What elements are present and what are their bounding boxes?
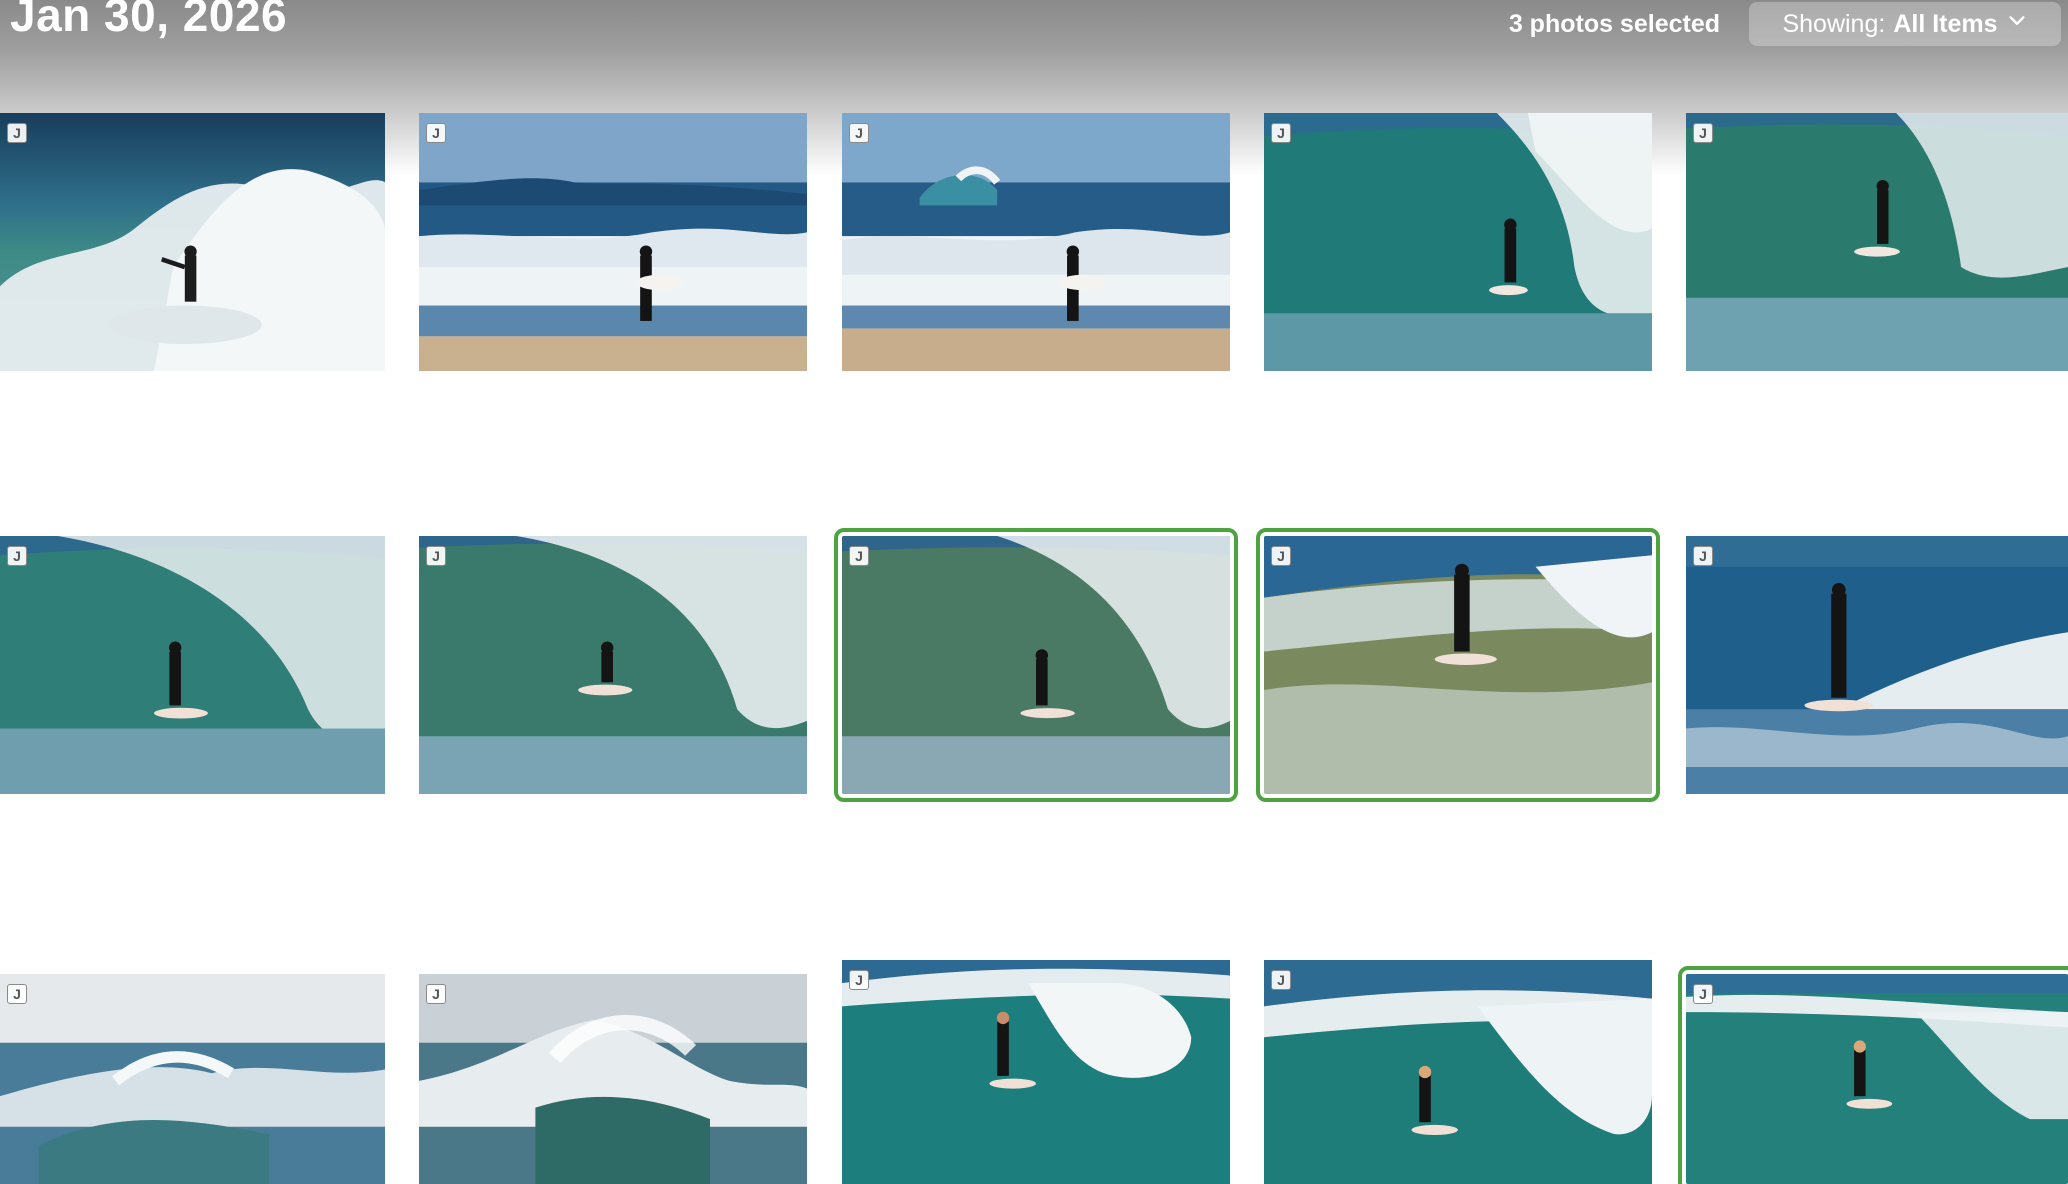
photo-thumbnail-selected[interactable]: J [1256,528,1660,802]
chevron-down-icon [2006,10,2028,39]
photo-thumbnail[interactable]: J [419,974,807,1184]
photo-surfer-barrel-green [1264,960,1652,1184]
photo-surfer-whitewater [0,113,385,371]
photo-surfer-riding-foam [1264,536,1652,794]
photo-surfer-walking-beach [419,113,807,371]
showing-filter-dropdown[interactable]: Showing: All Items [1749,2,2061,46]
photo-thumbnail[interactable]: J [0,974,385,1184]
photo-thumbnail[interactable]: J [842,960,1230,1184]
photo-surfer-barrel-green [842,960,1230,1184]
photo-surfer-barrel-green [0,536,385,794]
filter-value: All Items [1893,9,1998,38]
photo-thumbnail[interactable]: J [419,113,807,371]
jpeg-badge-icon: J [426,984,446,1004]
jpeg-badge-icon: J [426,123,446,143]
section-date-title: Jan 30, 2026 [10,0,288,41]
photo-surfer-barrel-green [1686,974,2068,1184]
jpeg-badge-icon: J [1271,123,1291,143]
jpeg-badge-icon: J [7,123,27,143]
jpeg-badge-icon: J [1271,970,1291,990]
photo-surfer-walking-beach [842,113,1230,371]
photo-surfer-barrel-green [1264,113,1652,371]
photo-thumbnail[interactable]: J [1264,113,1652,371]
photo-surfer-barrel-green [1686,113,2068,371]
jpeg-badge-icon: J [1693,984,1713,1004]
jpeg-badge-icon: J [426,546,446,566]
jpeg-badge-icon: J [7,984,27,1004]
photo-thumbnail[interactable]: J [1686,536,2068,794]
jpeg-badge-icon: J [1693,123,1713,143]
photo-wave-overcast [419,974,807,1184]
photo-surfer-riding-blue [1686,536,2068,794]
photo-thumbnail[interactable]: J [0,536,385,794]
photo-thumbnail[interactable]: J [1264,960,1652,1184]
filter-label: Showing: [1782,9,1886,38]
jpeg-badge-icon: J [849,970,869,990]
photo-wave-overcast [0,974,385,1184]
jpeg-badge-icon: J [849,546,869,566]
selection-count-label: 3 photos selected [1508,10,1720,38]
photo-thumbnail-selected[interactable]: J [834,528,1238,802]
photo-library-view: J J J J J J J J J J J J J J J Jan 30, 20… [0,0,2068,1184]
photo-surfer-barrel-green [419,536,807,794]
jpeg-badge-icon: J [1693,546,1713,566]
photo-thumbnail-selected[interactable]: J [1678,966,2068,1184]
jpeg-badge-icon: J [1271,546,1291,566]
photo-thumbnail[interactable]: J [1686,113,2068,371]
photo-thumbnail[interactable]: J [842,113,1230,371]
photo-thumbnail[interactable]: J [0,113,385,371]
photo-grid: J J J J J J J J J J J J J J J [0,0,2068,1184]
jpeg-badge-icon: J [7,546,27,566]
jpeg-badge-icon: J [849,123,869,143]
photo-thumbnail[interactable]: J [419,536,807,794]
photo-surfer-barrel-green [842,536,1230,794]
